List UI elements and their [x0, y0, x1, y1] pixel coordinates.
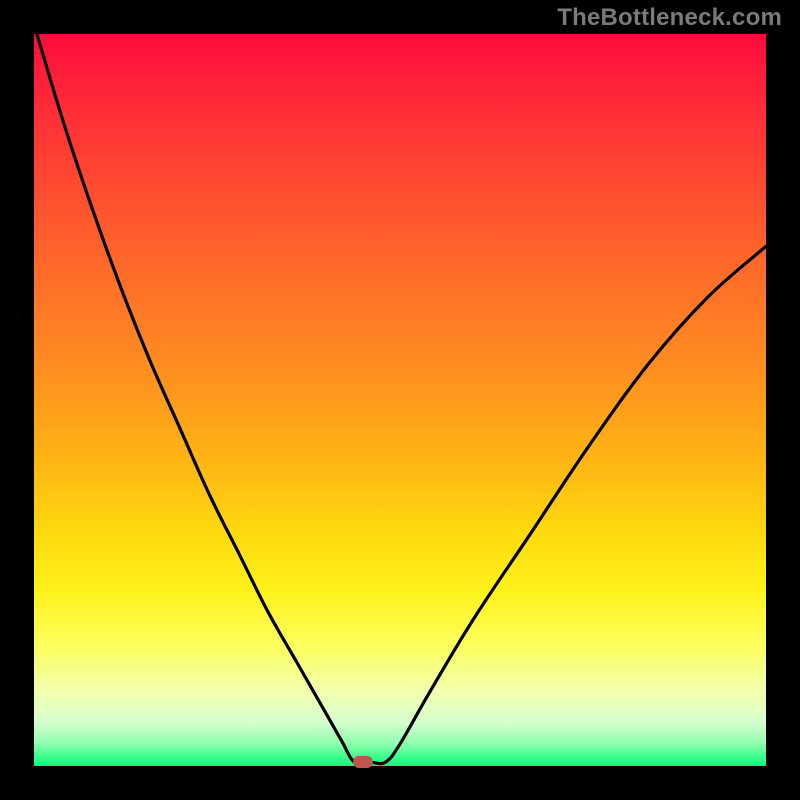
- watermark-text: TheBottleneck.com: [557, 4, 782, 32]
- bottleneck-curve: [34, 34, 766, 766]
- gradient-plot-area: [34, 34, 766, 766]
- optimal-marker: [353, 756, 373, 768]
- chart-frame: TheBottleneck.com: [0, 0, 800, 800]
